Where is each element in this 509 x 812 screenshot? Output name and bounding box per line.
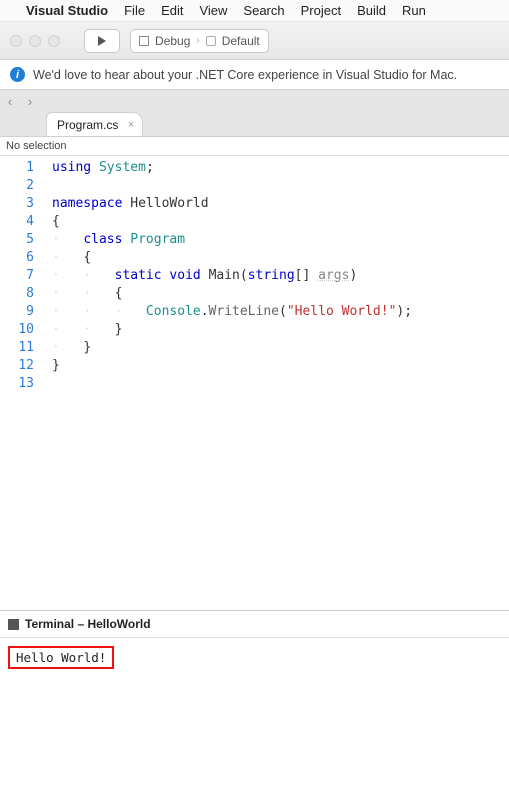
tok-type: Console (146, 304, 201, 319)
tok-keyword: string (248, 268, 295, 283)
config-icon (139, 36, 149, 46)
line-number: 12 (4, 357, 34, 375)
terminal-title: Terminal – HelloWorld (25, 617, 151, 631)
run-button[interactable] (84, 29, 120, 53)
target-icon (206, 36, 216, 46)
tok-method: Main (209, 268, 240, 283)
tok-type: System (99, 160, 146, 175)
menu-edit[interactable]: Edit (161, 3, 183, 18)
menu-view[interactable]: View (199, 3, 227, 18)
line-number: 10 (4, 321, 34, 339)
line-number: 6 (4, 249, 34, 267)
tab-label: Program.cs (57, 118, 118, 132)
tok-keyword: namespace (52, 196, 122, 211)
line-number: 7 (4, 267, 34, 285)
tok-string: "Hello World!" (287, 304, 397, 319)
tab-program-cs[interactable]: Program.cs × (46, 112, 143, 136)
close-window-icon[interactable] (10, 35, 22, 47)
menu-file[interactable]: File (124, 3, 145, 18)
line-number: 3 (4, 195, 34, 213)
window-controls (10, 35, 60, 47)
menu-run[interactable]: Run (402, 3, 426, 18)
line-number: 1 (4, 159, 34, 177)
line-number: 5 (4, 231, 34, 249)
code-content[interactable]: using System; namespace HelloWorld { · c… (48, 156, 416, 606)
terminal-output[interactable]: Hello World! (0, 638, 509, 788)
menu-search[interactable]: Search (243, 3, 284, 18)
line-number: 9 (4, 303, 34, 321)
target-name: Default (222, 34, 260, 48)
chevron-right-icon: › (196, 35, 199, 46)
line-number: 13 (4, 375, 34, 393)
nav-forward-button[interactable]: › (20, 94, 40, 109)
line-number: 11 (4, 339, 34, 357)
terminal-header[interactable]: Terminal – HelloWorld (0, 611, 509, 638)
tab-region: ‹ › Program.cs × (0, 90, 509, 137)
menu-build[interactable]: Build (357, 3, 386, 18)
tok-ident: HelloWorld (130, 196, 208, 211)
tok-keyword: class (83, 232, 122, 247)
line-number-gutter: 1 2 3 4 5 6 7 8 9 10 11 12 13 (0, 156, 48, 606)
terminal-icon (8, 619, 19, 630)
tok-keyword: using (52, 160, 91, 175)
highlighted-output: Hello World! (8, 646, 114, 669)
terminal-panel: Terminal – HelloWorld Hello World! (0, 611, 509, 788)
tok-param: args (318, 268, 349, 283)
toolbar: Debug › Default (0, 22, 509, 60)
breadcrumb[interactable]: No selection (0, 137, 509, 156)
info-icon: i (10, 67, 25, 82)
tok-type: Program (130, 232, 185, 247)
mac-menubar: Visual Studio File Edit View Search Proj… (0, 0, 509, 22)
line-number: 4 (4, 213, 34, 231)
play-icon (98, 36, 106, 46)
app-menu[interactable]: Visual Studio (26, 3, 108, 18)
notification-bar[interactable]: i We'd love to hear about your .NET Core… (0, 60, 509, 90)
line-number: 8 (4, 285, 34, 303)
tok-method: WriteLine (209, 304, 279, 319)
nav-back-button[interactable]: ‹ (0, 94, 20, 109)
zoom-window-icon[interactable] (48, 35, 60, 47)
menu-project[interactable]: Project (301, 3, 341, 18)
config-name: Debug (155, 34, 190, 48)
minimize-window-icon[interactable] (29, 35, 41, 47)
notification-text: We'd love to hear about your .NET Core e… (33, 68, 457, 82)
tok-keyword: static (115, 268, 162, 283)
tok-keyword: void (169, 268, 200, 283)
code-editor[interactable]: 1 2 3 4 5 6 7 8 9 10 11 12 13 using Syst… (0, 156, 509, 606)
line-number: 2 (4, 177, 34, 195)
close-tab-icon[interactable]: × (128, 119, 134, 131)
run-configuration-selector[interactable]: Debug › Default (130, 29, 269, 53)
tabstrip: Program.cs × (0, 112, 509, 136)
